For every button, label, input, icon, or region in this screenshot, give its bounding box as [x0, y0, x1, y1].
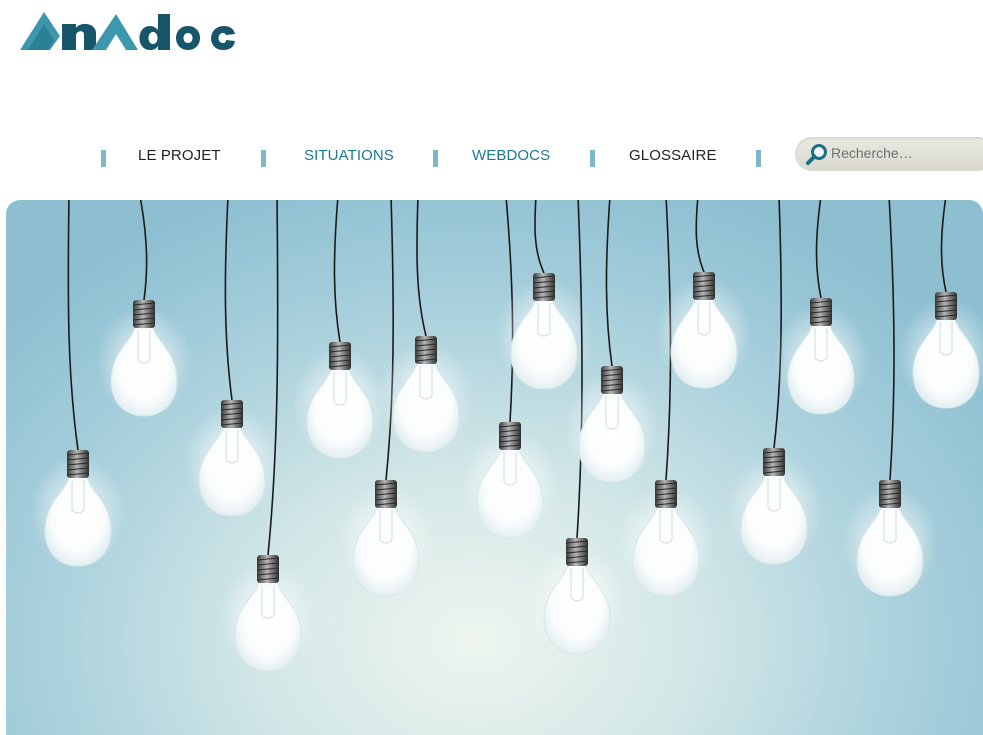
light-bulb: [656, 200, 752, 390]
nav-item-situations[interactable]: SITUATIONS: [304, 147, 394, 164]
magnifier-icon[interactable]: [805, 143, 829, 167]
nav-item-glossaire[interactable]: GLOSSAIRE: [629, 147, 717, 164]
search-input[interactable]: [831, 142, 981, 164]
nav-separator: [433, 150, 438, 167]
nav-separator: [261, 150, 266, 167]
light-bulb: [898, 200, 983, 410]
light-bulb: [292, 200, 388, 460]
light-bulb: [496, 200, 592, 391]
search-box[interactable]: [795, 137, 983, 171]
site-logo[interactable]: [20, 6, 246, 68]
light-bulb: [96, 200, 192, 418]
light-bulb: [184, 200, 280, 518]
nav-item-webdocs[interactable]: WEBDOCS: [472, 147, 550, 164]
hanging-light-bulbs-illustration: [30, 200, 983, 673]
nav-separator: [756, 150, 761, 167]
nav-item-le-projet[interactable]: LE PROJET: [138, 147, 221, 164]
light-bulb: [773, 200, 869, 416]
nav-separator: [101, 150, 106, 167]
hero-banner: [6, 200, 983, 735]
nav-separator: [590, 150, 595, 167]
